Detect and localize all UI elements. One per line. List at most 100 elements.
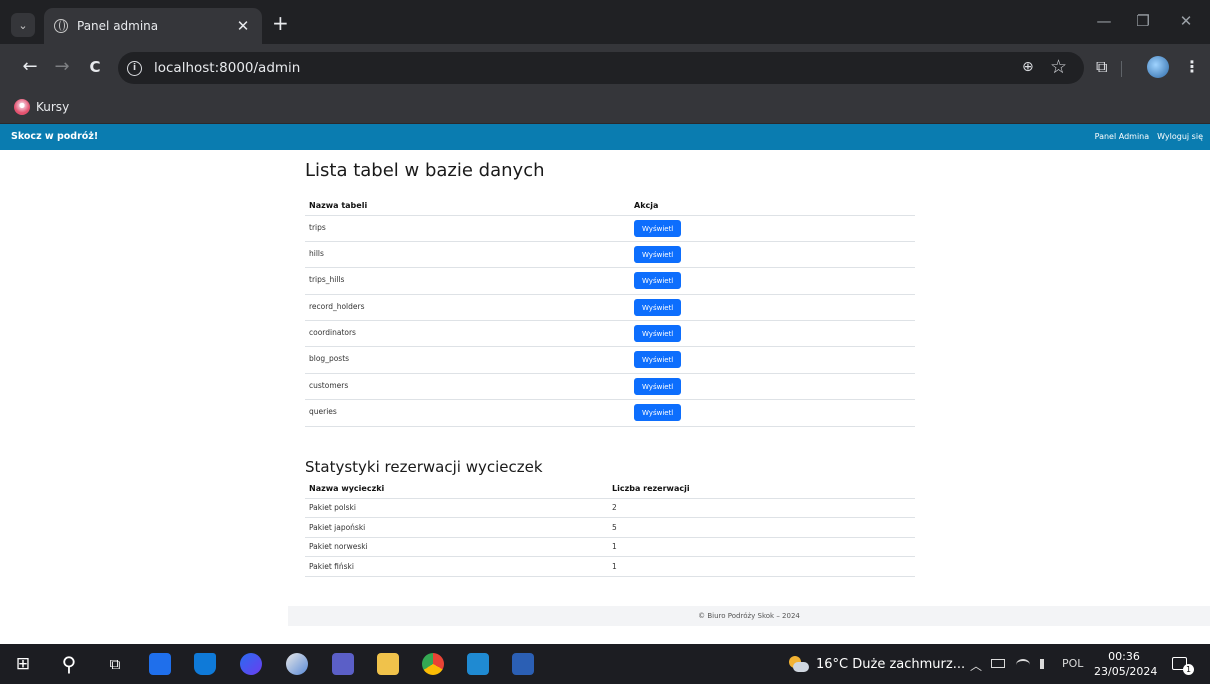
profile-avatar[interactable] [1147,56,1169,78]
notification-count-badge: 1 [1183,664,1194,675]
trip-name-cell: Pakiet norweski [309,542,368,552]
bookmarks-bar: Kursy [0,92,1210,124]
extensions-icon[interactable]: ⧉ [1096,57,1107,77]
forward-arrow-icon[interactable]: → [50,57,74,77]
paint-icon[interactable] [286,653,308,675]
mail-icon[interactable] [194,653,216,675]
trip-name-cell: Pakiet fiński [309,561,354,571]
table-row: Pakiet fiński 1 [305,557,915,576]
task-view-icon[interactable]: ⧉ [104,653,126,675]
system-clock[interactable]: 00:36 23/05/2024 [1094,649,1158,679]
tray-chevron-up-icon[interactable]: ︿ [970,657,982,674]
table-row: trips_hills Wyświetl [305,268,915,295]
volume-icon[interactable] [1040,659,1050,669]
new-tab-button[interactable]: + [272,13,289,33]
clock-time: 00:36 [1108,650,1140,663]
table-row: record_holders Wyświetl [305,294,915,321]
tab-close-icon[interactable]: ✕ [234,17,252,35]
view-button[interactable]: Wyświetl [634,219,682,237]
language-indicator[interactable]: POL [1062,657,1083,670]
table-row: Pakiet japoński 5 [305,518,915,537]
table-name-cell: trips_hills [309,275,345,285]
windows-start-icon[interactable]: ⊞ [12,653,34,675]
wifi-icon[interactable] [1016,659,1030,671]
view-button[interactable]: Wyświetl [634,351,682,369]
nav-link-logout[interactable]: Wyloguj się [1157,132,1203,141]
window-restore-icon[interactable]: ❐ [1128,12,1158,30]
table-row: queries Wyświetl [305,400,915,427]
table-name-cell: trips [309,222,326,232]
tab-title: Panel admina [77,19,159,33]
column-header-reservation-count: Liczba rezerwacji [612,484,690,494]
table-header-row: Nazwa wycieczki Liczba rezerwacji [305,480,915,498]
copilot-icon[interactable] [240,653,262,675]
table-row: blog_posts Wyświetl [305,347,915,374]
table-row: hills Wyświetl [305,241,915,268]
battery-icon[interactable] [991,659,1005,668]
back-arrow-icon[interactable]: ← [18,57,42,77]
clock-date: 23/05/2024 [1094,665,1158,678]
site-brand[interactable]: Skocz w podróż! [11,131,98,142]
window-minimize-icon[interactable]: — [1089,12,1119,30]
view-button[interactable]: Wyświetl [634,272,682,290]
bookmark-favicon-icon [14,99,30,115]
url-text[interactable]: localhost:8000/admin [154,60,300,76]
table-name-cell: queries [309,407,337,417]
zoom-icon[interactable]: ⊕ [1022,59,1034,75]
table-row: Pakiet polski 2 [305,498,915,518]
bookmark-label: Kursy [36,100,70,114]
tables-section-title: Lista tabel w bazie danych [305,160,545,181]
table-header-row: Nazwa tabeli Akcja [305,197,915,215]
weather-widget[interactable]: 16°C Duże zachmurz... [787,653,965,675]
view-button[interactable]: Wyświetl [634,245,682,263]
site-info-icon[interactable]: i [127,60,142,76]
navbar-links: Panel Admina Wyloguj się [1095,132,1203,141]
table-name-cell: customers [309,380,349,390]
column-header-trip-name: Nazwa wycieczki [309,484,385,494]
table-row: coordinators Wyświetl [305,321,915,347]
browser-menu-icon[interactable]: ⋮ [1184,57,1200,76]
windows-taskbar: ⊞ ⚲ ⧉ 16°C Duże zachmurz... ︿ POL 00:36 … [0,644,1210,684]
window-close-icon[interactable]: ✕ [1171,12,1201,30]
reservation-count-cell: 2 [612,503,617,513]
page-footer: © Biuro Podróży Skok – 2024 [288,606,1210,626]
browser-tab-active[interactable]: Panel admina ✕ [44,8,262,44]
reservation-count-cell: 1 [612,561,617,571]
cloudy-weather-icon [787,653,809,675]
word-icon[interactable] [512,653,534,675]
view-button[interactable]: Wyświetl [634,298,682,316]
browser-toolbar: ← → C i localhost:8000/admin ⊕ ☆ ⧉ ⋮ [0,44,1210,92]
table-name-cell: blog_posts [309,354,350,364]
view-button[interactable]: Wyświetl [634,325,682,343]
search-icon[interactable]: ⚲ [58,652,80,676]
chevron-down-icon: ⌄ [18,18,28,32]
store-icon[interactable] [149,653,171,675]
column-header-action: Akcja [634,201,659,211]
view-button[interactable]: Wyświetl [634,404,682,422]
vscode-icon[interactable] [467,653,489,675]
reservation-count-cell: 1 [612,542,617,552]
globe-icon [54,19,68,33]
view-button[interactable]: Wyświetl [634,377,682,395]
tables-list-table: Nazwa tabeli Akcja trips Wyświetl hills Wy… [305,197,915,427]
browser-tabstrip: ⌄ Panel admina ✕ + — ❐ ✕ [0,0,1210,44]
site-navbar: Skocz w podróż! Panel Admina Wyloguj się [0,124,1210,150]
chrome-icon[interactable] [422,653,444,675]
teams-icon[interactable] [332,653,354,675]
table-row: customers Wyświetl [305,373,915,400]
bookmark-star-icon[interactable]: ☆ [1050,56,1067,78]
table-name-cell: coordinators [309,328,356,338]
toolbar-divider [1121,61,1122,77]
weather-text: 16°C Duże zachmurz... [816,656,966,672]
trip-name-cell: Pakiet polski [309,503,356,513]
reservation-count-cell: 5 [612,522,617,532]
nav-link-admin-panel[interactable]: Panel Admina [1095,132,1150,141]
tab-search-button[interactable]: ⌄ [11,13,35,37]
table-name-cell: record_holders [309,301,365,311]
bookmark-kursy[interactable]: Kursy [14,99,69,115]
stats-section-title: Statystyki rezerwacji wycieczek [305,458,543,476]
reload-icon[interactable]: C [83,57,107,77]
column-header-table-name: Nazwa tabeli [309,201,368,211]
address-bar[interactable]: i localhost:8000/admin ⊕ ☆ [118,52,1084,84]
file-explorer-icon[interactable] [377,653,399,675]
